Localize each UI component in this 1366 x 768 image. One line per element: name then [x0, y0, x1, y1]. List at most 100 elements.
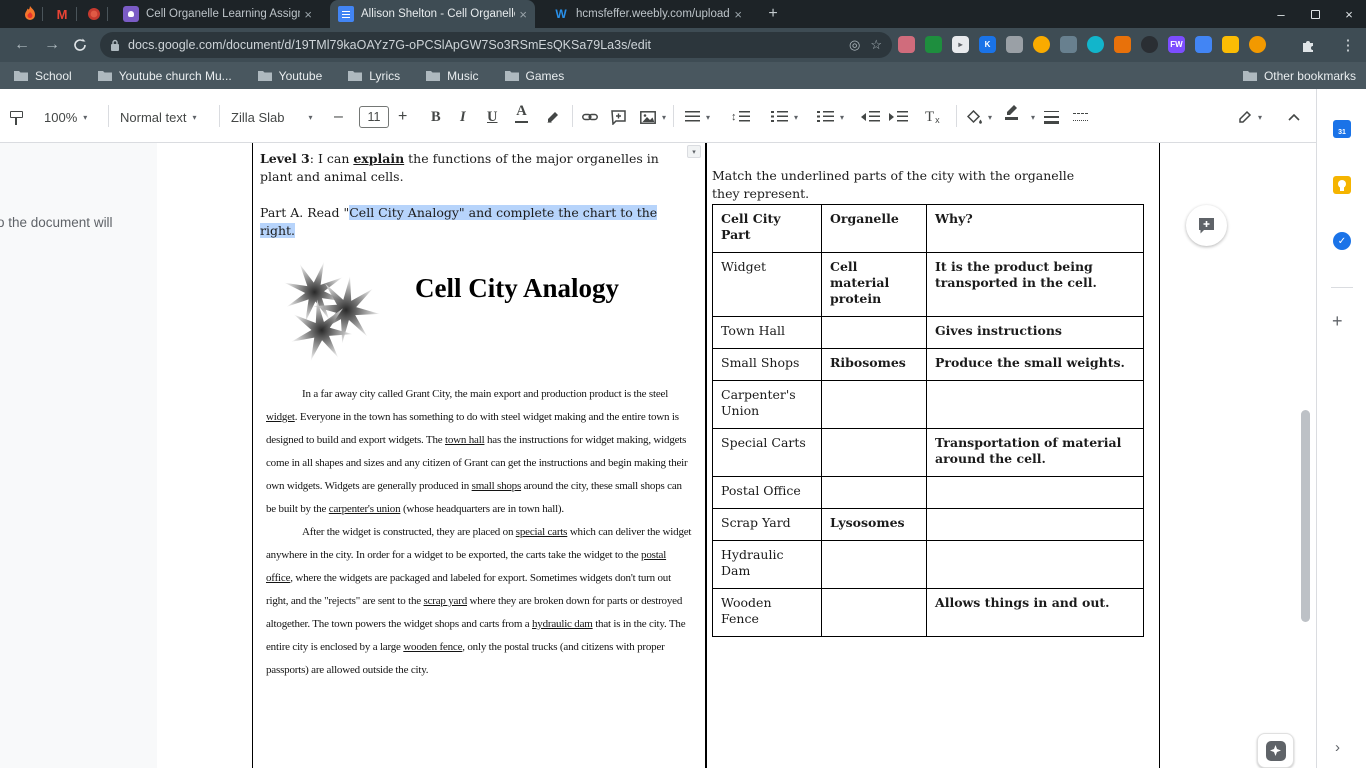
table-cell[interactable] [822, 589, 927, 637]
extension-pink-arrow[interactable] [898, 36, 915, 53]
extension-play-triangle[interactable]: ▸ [952, 36, 969, 53]
story-paragraph[interactable]: After the widget is constructed, they ar… [266, 521, 694, 682]
styles-select[interactable]: Normal text▾ [120, 107, 196, 127]
underline-button[interactable]: U [487, 107, 497, 127]
table-header-cell[interactable]: Cell City Part [713, 205, 822, 253]
back-button[interactable]: ← [10, 33, 34, 57]
insert-link-icon[interactable] [582, 107, 598, 127]
extension-teal-globe[interactable] [1087, 36, 1104, 53]
line-spacing-button[interactable]: ↕ [731, 107, 750, 127]
table-cell[interactable] [822, 429, 927, 477]
cell-city-analogy-image[interactable]: Cell City Analogy [281, 255, 701, 370]
close-window-button[interactable]: × [1332, 0, 1366, 28]
bookmark-music[interactable]: Music [426, 69, 478, 83]
browser-menu-icon[interactable]: ⋮ [1336, 33, 1360, 57]
decrease-font-size-button[interactable]: – [334, 107, 343, 127]
table-cell[interactable]: Transportation of material around the ce… [927, 429, 1144, 477]
bold-button[interactable]: B [431, 107, 441, 127]
extension-orange-oval[interactable] [1033, 36, 1050, 53]
minimize-button[interactable]: – [1264, 0, 1298, 28]
tab-allison-shelton-doc[interactable]: Allison Shelton - Cell Organelle L × [330, 0, 535, 28]
paint-format-icon[interactable] [10, 107, 23, 127]
calendar-icon[interactable]: 31 [1333, 120, 1351, 138]
add-comment-button[interactable] [1186, 205, 1227, 246]
extension-kami[interactable]: K [979, 36, 996, 53]
font-size-field[interactable]: 11 [359, 107, 389, 127]
table-cell[interactable]: Widget [713, 253, 822, 317]
table-cell[interactable] [927, 381, 1144, 429]
table-cell[interactable] [927, 477, 1144, 509]
border-width-button[interactable] [1044, 107, 1059, 127]
extension-camera[interactable] [1249, 36, 1266, 53]
highlight-color-button[interactable] [545, 107, 560, 127]
table-cell[interactable]: Hydraulic Dam [713, 541, 822, 589]
table-cell[interactable] [822, 317, 927, 349]
tab-cell-organelle-assignment[interactable]: Cell Organelle Learning Assignm × [115, 0, 320, 28]
border-color-button[interactable] [1004, 103, 1019, 123]
table-cell[interactable] [822, 541, 927, 589]
story-paragraph[interactable]: In a far away city called Grant City, th… [266, 383, 694, 521]
align-button[interactable]: ▾ [685, 107, 710, 127]
get-addons-button[interactable]: + [1332, 311, 1343, 332]
text-color-button[interactable]: A [515, 103, 528, 123]
other-bookmarks[interactable]: Other bookmarks [1243, 69, 1356, 83]
table-cell[interactable] [927, 509, 1144, 541]
extension-green-person[interactable] [925, 36, 942, 53]
level3-paragraph[interactable]: Level 3: I can explain the functions of … [260, 150, 691, 186]
bulleted-list-button[interactable]: ▾ [817, 107, 844, 127]
tab-close-icon[interactable]: × [734, 7, 742, 22]
editing-mode-button[interactable]: ▾ [1238, 107, 1262, 127]
border-dash-button[interactable] [1073, 107, 1088, 127]
table-cell[interactable]: Ribosomes [822, 349, 927, 381]
extension-thumb[interactable] [1222, 36, 1239, 53]
increase-indent-button[interactable] [889, 107, 908, 127]
gmail-icon[interactable]: M [52, 4, 72, 24]
scrollbar-thumb[interactable] [1301, 410, 1310, 622]
table-cell[interactable]: Postal Office [713, 477, 822, 509]
extension-dark-circle[interactable] [1141, 36, 1158, 53]
table-cell[interactable]: Small Shops [713, 349, 822, 381]
table-header-cell[interactable]: Why? [927, 205, 1144, 253]
extension-blue-badge[interactable] [1195, 36, 1212, 53]
bookmark-school[interactable]: School [14, 69, 72, 83]
table-cell[interactable]: Allows things in and out. [927, 589, 1144, 637]
extension-gray-paper[interactable] [1006, 36, 1023, 53]
bookmark-youtube[interactable]: Youtube [258, 69, 323, 83]
fill-color-button[interactable]: ▾ [967, 107, 992, 127]
new-tab-button[interactable]: + [762, 3, 784, 25]
bookmark-youtube-church[interactable]: Youtube church Mu... [98, 69, 232, 83]
tab-close-icon[interactable]: × [519, 7, 527, 22]
image-options-button[interactable]: ▾ [687, 145, 701, 158]
bookmark-lyrics[interactable]: Lyrics [348, 69, 400, 83]
table-cell[interactable]: Scrap Yard [713, 509, 822, 541]
numbered-list-button[interactable]: ▾ [771, 107, 798, 127]
table-cell[interactable]: Special Carts [713, 429, 822, 477]
insert-image-icon[interactable]: ▾ [640, 107, 666, 127]
bookmark-star-icon[interactable]: ☆ [870, 37, 882, 53]
table-cell[interactable]: Gives instructions [927, 317, 1144, 349]
table-cell[interactable]: Lysosomes [822, 509, 927, 541]
hide-side-panel-button[interactable]: › [1335, 739, 1340, 756]
story-text[interactable]: In a far away city called Grant City, th… [266, 383, 694, 682]
table-cell[interactable]: Cell material protein [822, 253, 927, 317]
table-cell[interactable]: Produce the small weights. [927, 349, 1144, 381]
forward-button[interactable]: → [40, 33, 64, 57]
part-a-paragraph[interactable]: Part A. Read "Cell City Analogy" and com… [260, 204, 691, 240]
italic-button[interactable]: I [460, 107, 466, 127]
record-dot-icon[interactable] [84, 4, 104, 24]
table-header-cell[interactable]: Organelle [822, 205, 927, 253]
puzzle-extensions-icon[interactable] [1296, 33, 1320, 57]
restore-button[interactable] [1298, 0, 1332, 28]
keep-icon[interactable] [1333, 176, 1351, 194]
table-cell[interactable]: It is the product being transported in t… [927, 253, 1144, 317]
explore-button[interactable] [1257, 733, 1294, 768]
extension-fw-purple[interactable]: FW [1168, 36, 1185, 53]
tasks-icon[interactable]: ✓ [1333, 232, 1351, 250]
firefox-flame-icon[interactable] [20, 4, 40, 24]
zoom-select[interactable]: 100%▾ [44, 107, 87, 127]
table-cell[interactable]: Wooden Fence [713, 589, 822, 637]
match-instructions[interactable]: Match the underlined parts of the city w… [712, 167, 1104, 203]
table-cell[interactable]: Town Hall [713, 317, 822, 349]
table-cell[interactable] [927, 541, 1144, 589]
clear-formatting-button[interactable]: T x [925, 107, 940, 127]
